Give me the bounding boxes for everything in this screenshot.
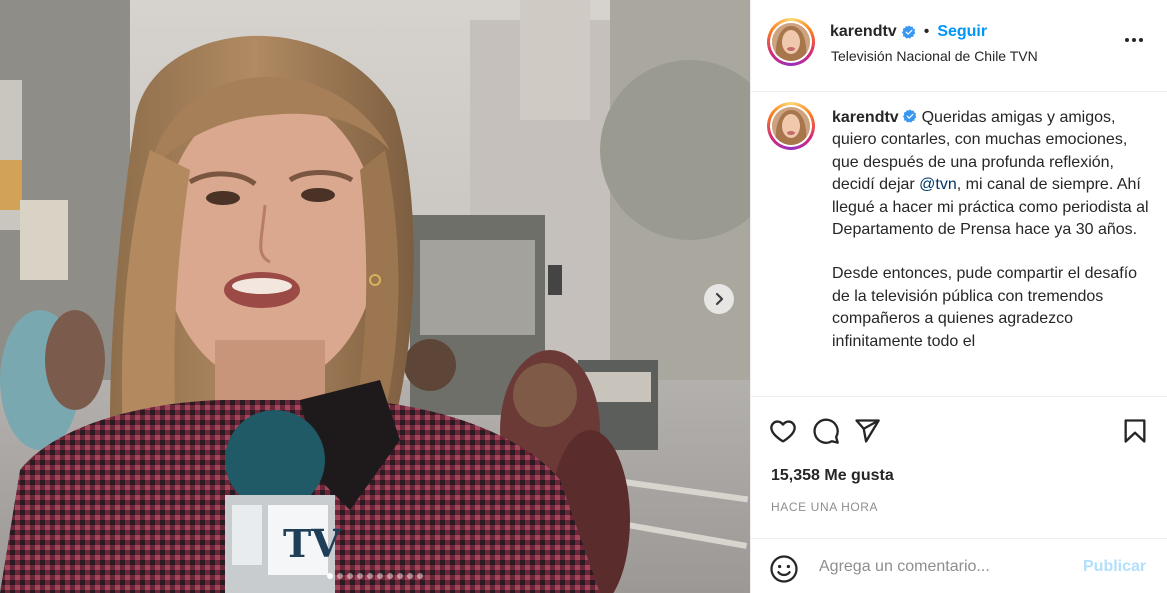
next-slide-button[interactable] [704,284,734,314]
carousel-dot [367,573,373,579]
emoji-button[interactable] [768,553,800,585]
location-link[interactable]: Televisión Nacional de Chile TVN [831,48,1038,64]
save-button[interactable] [1119,415,1151,447]
post-photo: TV [0,0,750,593]
bookmark-icon [1124,419,1146,443]
heart-icon [770,420,796,443]
carousel-dot [417,573,423,579]
carousel-indicator [0,573,750,579]
share-button[interactable] [851,415,883,447]
action-bar [751,396,1167,462]
paper-plane-icon [855,419,880,443]
post-side-panel: karendtv • Seguir Televisión Nacional de… [750,0,1167,593]
avatar[interactable] [767,18,815,66]
carousel-dot [377,573,383,579]
header-separator: • [923,23,930,40]
avatar-image [772,107,810,145]
carousel-dot [397,573,403,579]
carousel-dot [337,573,343,579]
like-button[interactable] [767,415,799,447]
carousel-dot [347,573,353,579]
post-media[interactable]: TV [0,0,750,593]
verified-badge-icon [903,109,917,123]
chevron-right-icon [715,292,724,306]
more-options-icon[interactable] [1120,30,1148,50]
caption-section: karendtv Queridas amigas y amigos, quier… [751,93,1167,395]
publish-button[interactable]: Publicar [1083,558,1146,576]
carousel-dot [407,573,413,579]
verified-badge-icon [901,25,916,39]
caption-avatar[interactable] [767,102,815,150]
comment-icon [813,418,839,444]
username-link[interactable]: karendtv [830,23,897,41]
post-timestamp[interactable]: HACE UNA HORA [771,500,878,514]
carousel-dot [357,573,363,579]
caption-username[interactable]: karendtv [832,109,899,126]
likes-count[interactable]: 15,358 Me gusta [771,467,894,485]
caption-paragraph-2: Desde entonces, pude compartir el desafí… [832,265,1138,350]
comment-button[interactable] [810,415,842,447]
svg-text:TV: TV [283,521,342,566]
comment-input[interactable] [819,555,1069,579]
carousel-dot [327,573,333,579]
caption-text: karendtv Queridas amigas y amigos, quier… [832,107,1154,353]
comment-bar: Publicar [751,538,1167,593]
follow-button[interactable]: Seguir [937,23,987,41]
mention-link[interactable]: @tvn [919,176,957,193]
avatar-image [772,23,810,61]
instagram-post-modal: TV karendtv • Seguir Televisión Nacional… [0,0,1167,593]
post-header: karendtv • Seguir Televisión Nacional de… [751,0,1167,92]
emoji-icon [770,555,798,583]
header-user-line: karendtv • Seguir [830,23,987,41]
carousel-dot [387,573,393,579]
